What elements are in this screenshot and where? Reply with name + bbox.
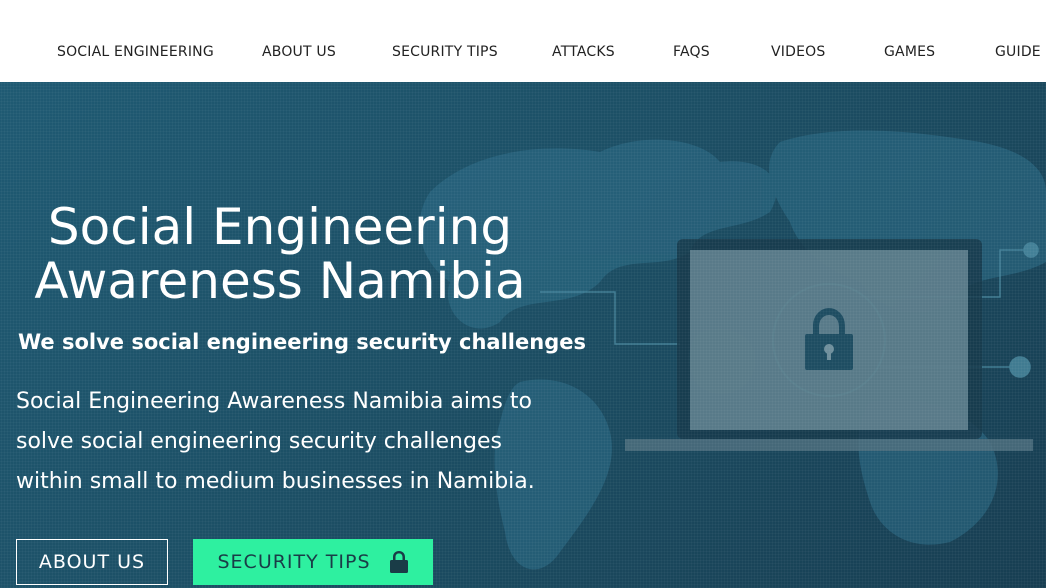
- security-tips-button-label: SECURITY TIPS: [217, 551, 371, 573]
- lock-icon: [389, 551, 408, 573]
- top-navigation: SOCIAL ENGINEERING ABOUT US SECURITY TIP…: [0, 0, 1046, 82]
- nav-item-videos[interactable]: VIDEOS: [771, 44, 825, 60]
- about-us-button-label: ABOUT US: [38, 551, 146, 573]
- nav-item-faqs[interactable]: FAQS: [673, 44, 710, 60]
- nav-item-security-tips[interactable]: SECURITY TIPS: [392, 44, 498, 60]
- about-us-button[interactable]: ABOUT US: [16, 539, 168, 585]
- hero-description: Social Engineering Awareness Namibia aim…: [16, 389, 535, 494]
- nav-item-attacks[interactable]: ATTACKS: [552, 44, 615, 60]
- hero-subtitle: We solve social engineering security cha…: [18, 330, 586, 354]
- nav-item-guide[interactable]: GUIDE: [995, 44, 1041, 60]
- nav-item-social-engineering[interactable]: SOCIAL ENGINEERING: [57, 44, 214, 60]
- hero-section: Social Engineering Awareness Namibia We …: [0, 82, 1046, 588]
- nav-item-about-us[interactable]: ABOUT US: [262, 44, 336, 60]
- page-title: Social Engineering Awareness Namibia: [20, 200, 540, 308]
- page-title-line2: Awareness Namibia: [34, 252, 526, 310]
- page-title-line1: Social Engineering: [47, 198, 513, 256]
- security-tips-button[interactable]: SECURITY TIPS: [193, 539, 433, 585]
- nav-item-games[interactable]: GAMES: [884, 44, 935, 60]
